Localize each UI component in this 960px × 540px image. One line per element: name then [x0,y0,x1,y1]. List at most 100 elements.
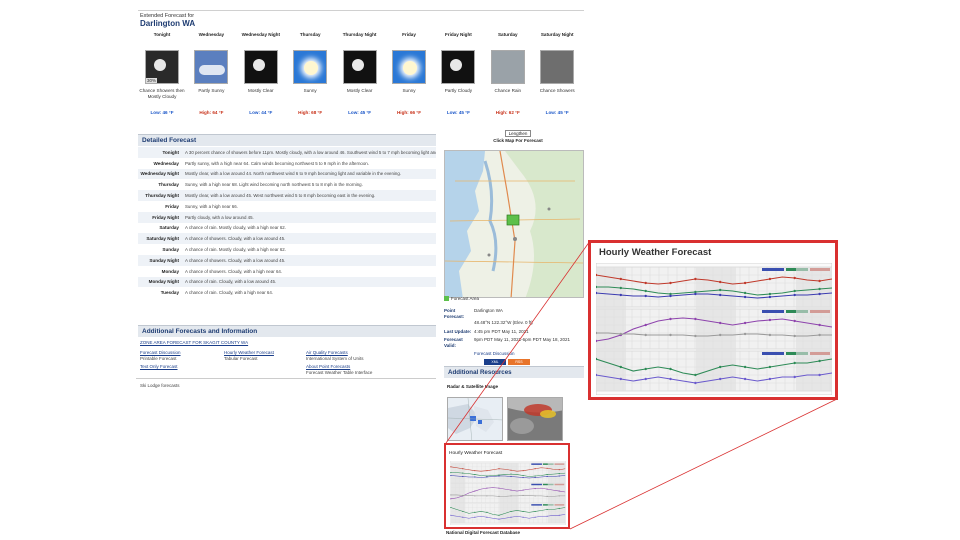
sky-cover-series-point [450,494,452,496]
precip-chance-series-point [768,365,772,369]
text-only-forecast-link[interactable]: Text Only Forecast [140,364,178,369]
graph-legend-key [762,268,784,271]
detailed-forecast-text: Mostly clear, with a low around 45. West… [185,193,376,199]
units-link[interactable]: International System of Units [306,356,364,361]
forecast-period-description: Sunny [303,88,317,93]
forecast-period-name: Tonight [153,32,171,37]
graph-legend-key [762,352,784,355]
temperature-series-point [522,470,524,472]
weather-table-link[interactable]: Forecast Weather Table Interface [306,370,372,375]
hourly-forecast-zoom-graph [596,263,832,395]
temperature-series-point [546,467,548,469]
temperature-series-point [719,280,722,284]
chance-rain-icon[interactable] [490,50,525,84]
wind-series-point [619,293,622,297]
temperature-series-point [793,276,796,280]
mostly-clear-night-icon[interactable] [342,50,377,84]
detailed-forecast-text: A chance of showers. Cloudy, with a high… [185,268,283,274]
detailed-forecast-text: A chance of rain. Mostly cloudy, with a … [185,225,286,231]
humidity-series-point [743,321,747,325]
mostly-clear-night-icon[interactable] [243,50,278,84]
dewpoint-series-point [619,286,622,290]
sky-cover-series-point [462,494,464,497]
point-forecast-value: Darlington WA [474,308,503,313]
sky-cover-series-point [558,495,560,497]
sunny-icon[interactable] [392,50,426,84]
partly-cloudy-night-icon[interactable] [441,50,476,84]
zone-forecast-link[interactable]: ZONE AREA FORECAST FOR SKAGIT COUNTY WA [140,340,248,345]
humidity-series-point [486,487,488,489]
printable-forecast-link[interactable]: Printable Forecast [140,356,177,361]
forecast-period-temp: Low: 45 °F [545,110,569,115]
last-update-value: 4:45 pm PDT May 11, 2021 [474,328,529,334]
sky-cover-series-point [818,333,821,337]
page: Extended Forecast for Darlington WA Toni… [0,0,960,540]
detailed-forecast-row: Saturday Night A chance of showers. Cloud… [138,233,436,245]
rain-series-point [669,377,672,381]
forecast-map[interactable] [444,150,584,298]
partly-sunny-icon[interactable] [194,50,229,84]
hourly-forecast-zoom-title: Hourly Weather Forecast [599,247,712,258]
forecast-period: Friday Sunny High: 66 °F [385,32,433,122]
detailed-forecast-period: Monday [161,268,179,274]
rain-series-point [474,516,476,518]
chance-showers-night-icon[interactable]: 30% [145,50,179,84]
detailed-forecast-text: A chance of showers. Cloudy, with a low … [185,257,286,263]
forecast-period-description: Chance Showers [539,88,575,93]
forecast-period-temp: Low: 46 °F [150,110,174,115]
about-point-forecasts-link[interactable]: About Point Forecasts [306,364,350,369]
forecast-period-name: Thursday [299,32,321,37]
dewpoint-series-point [546,473,548,476]
precip-chance-series-point [474,511,476,513]
precip-chance-series-point [510,510,512,513]
forecast-period-temp: Low: 44 °F [249,110,273,115]
humidity-series-point [644,323,647,327]
satellite-thumbnail[interactable] [507,397,563,441]
sky-cover-series-point [768,333,772,337]
humidity-series-point [510,489,512,491]
map-legend: Forecast Area [444,296,479,302]
humidity-series-point [498,487,500,489]
map-type-select[interactable]: Lengthen [504,130,532,137]
detailed-forecast-period: Tuesday [160,290,179,296]
sky-cover-series-point [719,333,722,337]
detailed-forecast-row: Monday Night A chance of rain. Cloudy, wi… [138,276,436,288]
dewpoint-series-point [474,473,476,476]
detailed-forecast-period: Thursday Night [145,193,179,199]
wind-series-point [486,476,488,478]
additional-forecasts-heading: Additional Forecasts and Information [138,325,436,337]
detailed-forecast-row: Wednesday Night Mostly clear, with a low … [138,168,436,180]
sunny-icon[interactable] [293,50,328,84]
xml-badge[interactable]: XML [484,359,506,365]
ski-lodge-link[interactable]: Ski Lodge forecasts [140,383,180,388]
forecast-period-name: Friday Night [444,32,472,37]
detailed-forecast-period: Tonight [162,149,180,155]
wind-series-point [768,295,772,299]
precip-chance-series-point [450,506,452,509]
rain-series-point [793,375,796,379]
graph-night-shade [547,462,566,524]
forecast-discussion-link[interactable]: Forecast Discussion [140,350,181,355]
chance-showers-icon[interactable] [540,50,575,84]
wind-series-point [558,475,560,477]
forecast-period-name: Wednesday [198,32,225,37]
forecast-period-name: Thursday Night [342,32,377,37]
forecast-period-temp: High: 62 °F [495,110,520,115]
dewpoint-series-point [818,287,821,291]
hourly-weather-link[interactable]: Hourly Weather Forecast [224,350,274,355]
detailed-forecast-row: Sunday Night A chance of showers. Cloudy,… [138,254,436,266]
detailed-forecast-text: Sunny, with a high near 68. Light wind b… [185,182,363,188]
rain-series-point [719,377,722,381]
tabular-forecast-link[interactable]: Tabular Forecast [224,356,258,361]
air-quality-link[interactable]: Air Quality Forecasts [306,350,348,355]
forecast-period-name: Wednesday Night [241,32,281,37]
hourly-forecast-thumbnail[interactable]: Hourly Weather Forecast [444,443,570,529]
radar-thumbnail[interactable] [447,397,503,441]
rain-series-point [644,377,647,381]
rain-series-point [619,377,622,381]
detailed-forecast-row: Saturday A chance of rain. Mostly cloudy,… [138,223,436,234]
rain-series-point [534,516,536,518]
rss-badge[interactable]: RSS [508,359,530,365]
forecast-period: Wednesday Partly Sunny High: 64 °F [187,32,235,122]
precip-chance-series-point [818,359,821,363]
